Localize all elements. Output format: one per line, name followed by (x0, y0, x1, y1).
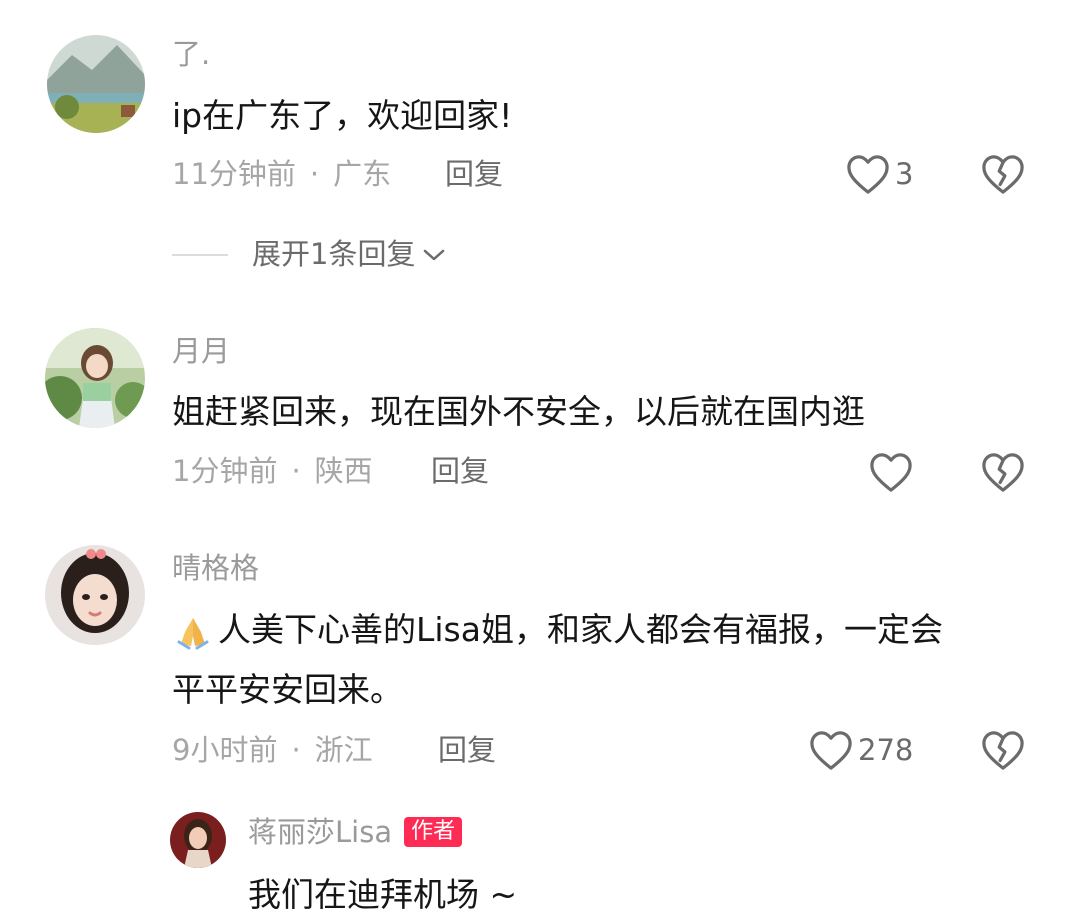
girl-avatar-image (45, 328, 145, 428)
timestamp: 11分钟前 (172, 157, 296, 191)
like-count: 3 (895, 156, 914, 191)
meta-separator: · (291, 733, 301, 767)
broken-heart-icon (982, 453, 1024, 492)
author-badge: 作者 (404, 817, 463, 847)
location: 陕西 (314, 454, 373, 488)
dislike-button[interactable] (980, 153, 1026, 199)
reply-button[interactable]: 回复 (431, 457, 489, 486)
comment-text: ip在广东了，欢迎回家! (172, 96, 513, 135)
username[interactable]: 月月 (172, 337, 230, 366)
reply-button[interactable]: 回复 (438, 736, 496, 765)
divider-line (172, 253, 228, 256)
girl-portrait-avatar-image (45, 545, 145, 645)
comment-text-line-2: 平平安安回来。 (172, 670, 403, 709)
author-username[interactable]: 蒋丽莎Lisa (248, 817, 392, 847)
avatar[interactable] (45, 545, 145, 645)
chevron-down-icon (424, 249, 445, 260)
like-button[interactable]: 3 (845, 153, 913, 195)
author-avatar[interactable] (170, 812, 226, 868)
like-button[interactable]: 278 (808, 729, 913, 771)
like-button[interactable] (868, 451, 918, 493)
avatar[interactable] (47, 35, 145, 133)
username[interactable]: 了. (172, 40, 210, 69)
like-count: 278 (858, 732, 914, 767)
comment-text: 人美下心善的Lisa姐，和家人都会有福报，一定会 (218, 610, 943, 649)
author-name-row: 蒋丽莎Lisa 作者 (248, 817, 463, 847)
meta-separator: · (291, 454, 301, 488)
comment-text: 姐赶紧回来，现在国外不安全，以后就在国内逛 (172, 392, 865, 431)
comment-meta: 1分钟前 · 陕西 (172, 457, 373, 486)
avatar[interactable] (45, 328, 145, 428)
comment-meta: 9小时前 · 浙江 (172, 736, 373, 765)
heart-outline-icon (847, 155, 889, 194)
timestamp: 9小时前 (172, 733, 278, 767)
landscape-avatar-image (47, 35, 145, 133)
dislike-button[interactable] (980, 729, 1026, 775)
author-avatar-image (170, 812, 226, 868)
location: 浙江 (314, 733, 373, 767)
comment-meta: 11分钟前 · 广东 (172, 160, 391, 189)
folded-hands-emoji (173, 612, 213, 652)
heart-outline-icon (870, 453, 912, 492)
location: 广东 (333, 157, 392, 191)
dislike-button[interactable] (980, 451, 1026, 497)
reply-text: 我们在迪拜机场 ~ (248, 875, 518, 914)
username[interactable]: 晴格格 (172, 554, 259, 583)
reply-button[interactable]: 回复 (445, 160, 503, 189)
meta-separator: · (309, 157, 320, 191)
broken-heart-icon (982, 731, 1024, 770)
expand-replies-button[interactable]: 展开1条回复 (172, 240, 447, 269)
expand-replies-label: 展开1条回复 (252, 237, 416, 271)
heart-outline-icon (810, 731, 852, 770)
timestamp: 1分钟前 (172, 454, 278, 488)
broken-heart-icon (982, 155, 1024, 194)
